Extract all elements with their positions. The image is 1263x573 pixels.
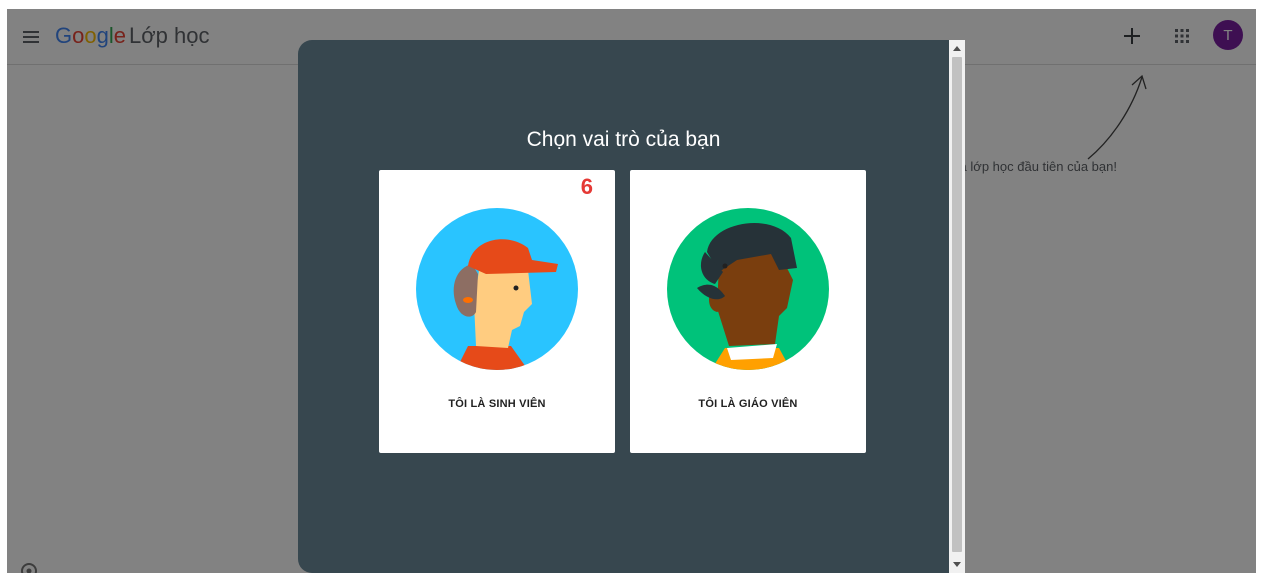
teacher-illustration — [667, 208, 829, 370]
scroll-up-button[interactable] — [949, 40, 965, 56]
window-edge-top — [0, 0, 1263, 9]
teacher-role-label: TÔI LÀ GIÁO VIÊN — [698, 398, 798, 410]
scroll-up-icon — [953, 46, 961, 51]
role-selection-dialog: Chọn vai trò của bạn 6 TÔI LÀ SINH VIÊN — [298, 40, 949, 573]
scroll-down-icon — [953, 562, 961, 567]
dialog-title: Chọn vai trò của bạn — [526, 128, 721, 151]
window-edge-left — [0, 0, 7, 573]
step-number-badge: 6 — [580, 174, 593, 199]
window-edge-right — [1256, 0, 1263, 573]
student-role-card[interactable]: 6 TÔI LÀ SINH VIÊN — [379, 170, 615, 453]
teacher-role-card[interactable]: TÔI LÀ GIÁO VIÊN — [630, 170, 866, 453]
scroll-down-button[interactable] — [949, 557, 965, 573]
student-role-label: TÔI LÀ SINH VIÊN — [448, 398, 546, 410]
dialog-scrollbar[interactable] — [949, 40, 965, 573]
student-illustration — [416, 208, 578, 370]
scrollbar-thumb[interactable] — [952, 57, 962, 552]
